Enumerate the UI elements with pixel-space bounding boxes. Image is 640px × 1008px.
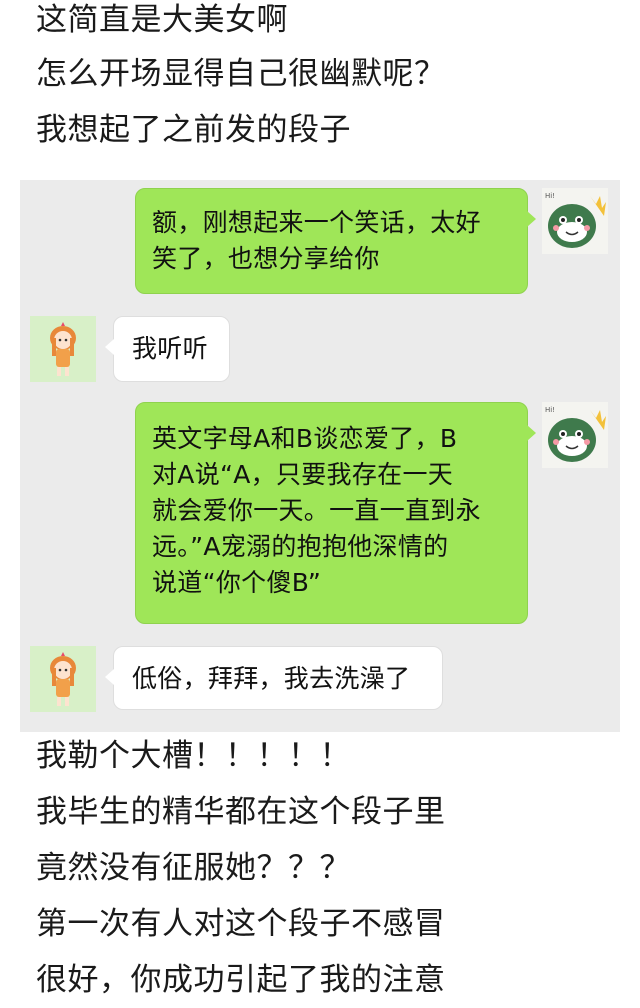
green-dinosaur-avatar-icon[interactable]: Hi! <box>542 402 608 468</box>
received-message-bubble: 低俗，拜拜，我去洗澡了 <box>105 646 443 710</box>
caption-line: 我想起了之前发的段子 <box>36 112 351 148</box>
sent-message-bubble: 英文字母A和B谈恋爱了，B 对A说“A，只要我存在一天 就会爱你一天。一直一直到… <box>135 402 536 624</box>
message-line: 低俗，拜拜，我去洗澡了 <box>132 664 411 693</box>
caption-line: 竟然没有征服她？？？ <box>36 850 351 886</box>
message-line: 就会爱你一天。一直一直到永 <box>152 496 481 525</box>
message-line: 我听听 <box>132 334 208 363</box>
svg-text:Hi!: Hi! <box>545 406 555 414</box>
cartoon-girl-avatar-icon[interactable] <box>30 646 96 712</box>
cartoon-girl-avatar-icon[interactable] <box>30 316 96 382</box>
caption-line: 很好，你成功引起了我的注意 <box>36 962 446 998</box>
caption-line: 我毕生的精华都在这个段子里 <box>36 794 446 830</box>
message-line: 对A说“A，只要我存在一天 <box>152 460 454 489</box>
message-line: 说道“你个傻B” <box>152 568 322 597</box>
message-line: 额，刚想起来一个笑话，太好 <box>152 208 481 237</box>
caption-line: 怎么开场显得自己很幽默呢？ <box>36 56 446 92</box>
caption-line: 我勒个大槽！！！！！ <box>36 738 351 774</box>
caption-line: 这简直是大美女啊 <box>36 2 288 38</box>
message-line: 英文字母A和B谈恋爱了，B <box>152 424 458 453</box>
sent-message-bubble: 额，刚想起来一个笑话，太好 笑了，也想分享给你 <box>135 188 536 294</box>
caption-line: 第一次有人对这个段子不感冒 <box>36 906 446 942</box>
chat-screenshot: 额，刚想起来一个笑话，太好 笑了，也想分享给你 Hi! 我听听 英文字母A和B谈… <box>20 180 620 732</box>
svg-text:Hi!: Hi! <box>545 192 555 200</box>
green-dinosaur-avatar-icon[interactable]: Hi! <box>542 188 608 254</box>
message-line: 笑了，也想分享给你 <box>152 244 380 273</box>
message-line: 远。”A宠溺的抱抱他深情的 <box>152 532 449 561</box>
received-message-bubble: 我听听 <box>105 316 230 382</box>
